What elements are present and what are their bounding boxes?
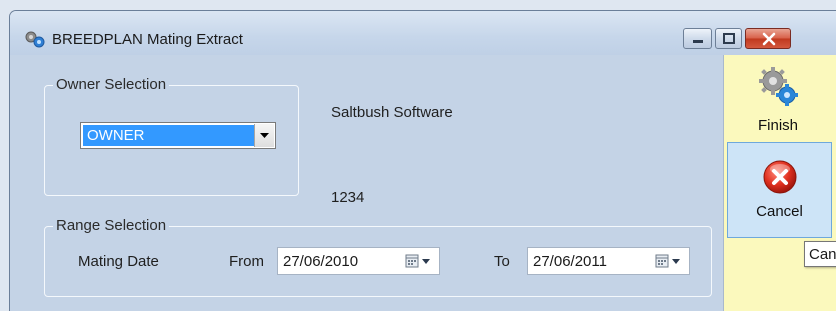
owner-code: 1234 [331, 189, 365, 206]
cancel-label: Cancel [756, 203, 803, 220]
close-button[interactable] [745, 28, 791, 49]
title-bar[interactable]: BREEDPLAN Mating Extract [10, 11, 836, 55]
cancel-icon [763, 160, 797, 194]
from-date-picker[interactable]: 27/06/2010 [277, 247, 440, 275]
from-label: From [229, 253, 264, 270]
maximize-icon [723, 33, 735, 44]
owner-dropdown-value: OWNER [83, 125, 254, 146]
gears-icon [759, 67, 798, 106]
cancel-tooltip: Cancel [804, 241, 836, 267]
window-title: BREEDPLAN Mating Extract [52, 31, 243, 48]
chevron-down-icon [260, 133, 269, 138]
to-label: To [494, 253, 510, 270]
minimize-icon [693, 40, 703, 43]
finish-button[interactable]: Finish [728, 65, 828, 147]
close-icon [762, 32, 776, 46]
calendar-dropdown-icon[interactable] [655, 254, 683, 269]
range-selection-legend: Range Selection [53, 217, 170, 234]
owner-selection-group: Owner Selection OWNER [44, 76, 299, 196]
maximize-button[interactable] [715, 28, 742, 49]
calendar-dropdown-icon[interactable] [405, 254, 433, 269]
from-date-value: 27/06/2010 [283, 253, 359, 270]
action-panel: Finish Cancel [723, 55, 836, 311]
owner-dropdown[interactable]: OWNER [80, 122, 276, 149]
gears-icon [25, 31, 45, 48]
client-area: Owner Selection OWNER Saltbush Software … [12, 55, 722, 311]
to-date-picker[interactable]: 27/06/2011 [527, 247, 690, 275]
to-date-value: 27/06/2011 [533, 253, 607, 270]
cancel-button[interactable]: Cancel [727, 142, 832, 238]
mating-date-label: Mating Date [78, 253, 159, 270]
mating-extract-window: BREEDPLAN Mating Extract Owner Selection… [9, 10, 836, 311]
dropdown-arrow-button[interactable] [254, 124, 274, 147]
finish-label: Finish [757, 117, 798, 134]
owner-selection-legend: Owner Selection [53, 76, 170, 93]
minimize-button[interactable] [683, 28, 712, 49]
company-name: Saltbush Software [331, 104, 453, 121]
